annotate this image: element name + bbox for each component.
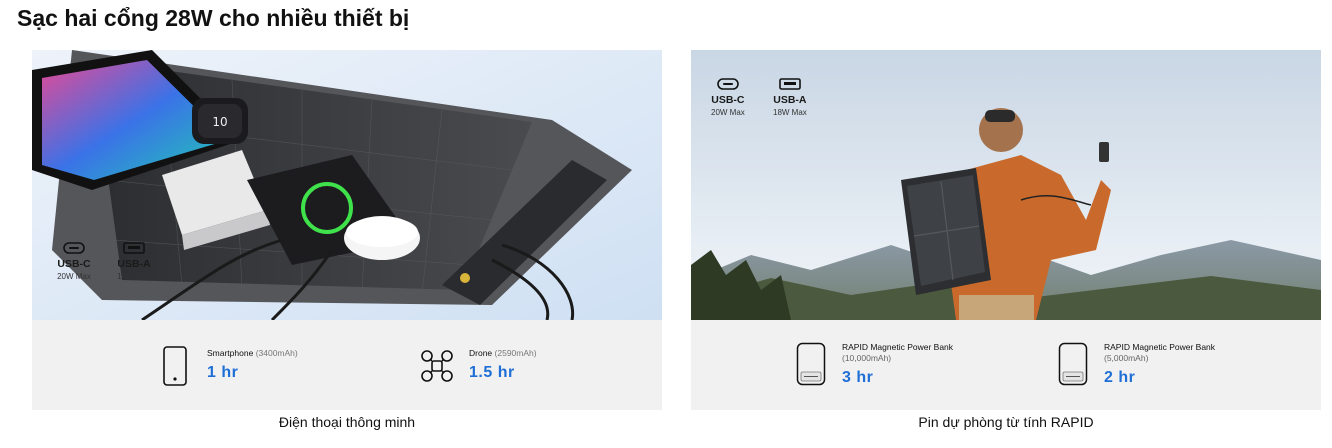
charge-time-value: 1 hr bbox=[207, 364, 239, 381]
charge-time-value: 3 hr bbox=[842, 369, 874, 386]
charge-time-value: 2 hr bbox=[1104, 369, 1136, 386]
usb-a-port-spec: USB-A 18W Max bbox=[773, 78, 807, 118]
hiker-backpack-photo: USB-C 20W Max USB-A 18W Max bbox=[691, 50, 1321, 320]
usb-c-port-icon bbox=[717, 78, 739, 90]
caption-smartphone: Điện thoại thông minh bbox=[278, 414, 416, 430]
usb-a-port-icon bbox=[779, 78, 801, 90]
charge-time-stats: Smartphone (3400mAh) 1 hr Drone (2590mAh… bbox=[32, 320, 662, 410]
usb-a-port-spec: USB-A 18W Max bbox=[114, 242, 154, 282]
caption-power-bank: Pin dự phòng từ tính RAPID bbox=[918, 414, 1094, 430]
product-card-power-bank: USB-C 20W Max USB-A 18W Max RAPID Magnet… bbox=[691, 50, 1321, 410]
stat-power-bank-10000: RAPID Magnetic Power Bank (10,000mAh) 3 … bbox=[842, 342, 954, 386]
smartphone-icon bbox=[162, 346, 188, 391]
svg-text:10: 10 bbox=[212, 115, 227, 129]
charge-time-value: 1.5 hr bbox=[469, 364, 515, 381]
product-card-smartphone: 10 USB-C 20W Max USB-A 18W Max Smartphon… bbox=[32, 50, 662, 410]
stat-power-bank-5000: RAPID Magnetic Power Bank (5,000mAh) 2 h… bbox=[1104, 342, 1216, 386]
usb-c-port-spec: USB-C 20W Max bbox=[54, 242, 94, 282]
stat-smartphone: Smartphone (3400mAh) 1 hr bbox=[207, 348, 298, 381]
usb-a-port-icon bbox=[123, 242, 145, 254]
usb-c-port-spec: USB-C 20W Max bbox=[711, 78, 745, 118]
solar-panel-charging-photo: 10 USB-C 20W Max USB-A 18W Max bbox=[32, 50, 662, 320]
usb-c-port-icon bbox=[63, 242, 85, 254]
page-title: Sạc hai cổng 28W cho nhiều thiết bị bbox=[17, 5, 410, 31]
charge-time-stats: RAPID Magnetic Power Bank (10,000mAh) 3 … bbox=[691, 320, 1321, 410]
drone-icon bbox=[420, 349, 454, 388]
stat-drone: Drone (2590mAh) 1.5 hr bbox=[469, 348, 537, 381]
power-bank-icon bbox=[1058, 342, 1088, 391]
power-bank-icon bbox=[796, 342, 826, 391]
